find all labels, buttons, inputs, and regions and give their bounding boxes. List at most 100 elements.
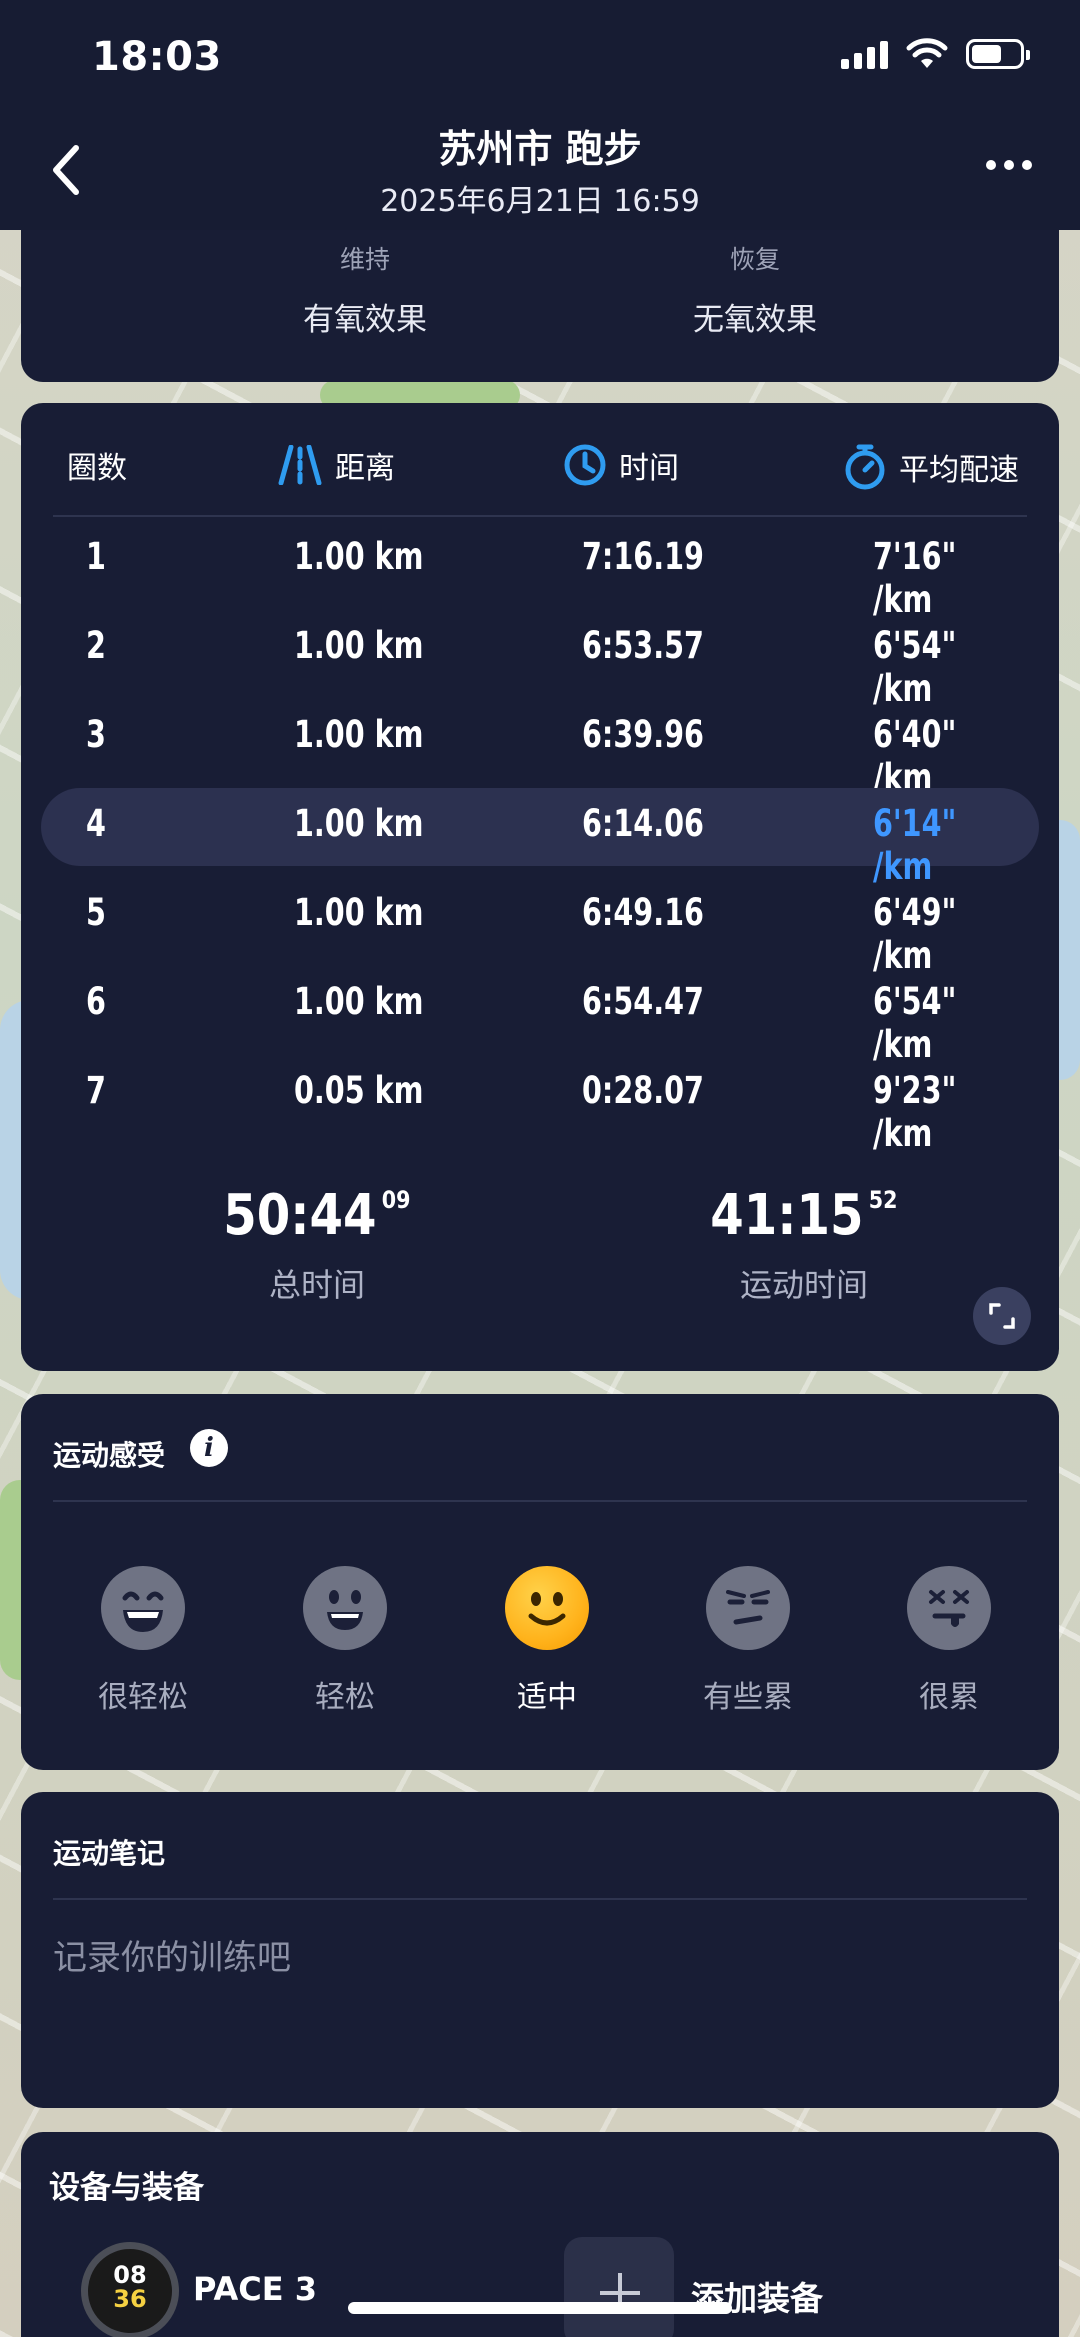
expand-button[interactable] xyxy=(973,1287,1031,1345)
watch-icon[interactable]: 08 36 xyxy=(81,2242,179,2337)
total-time: 50:44 09 总时间 xyxy=(117,1183,517,1306)
wifi-icon xyxy=(906,38,948,68)
aerobic-effect-level: 维持 xyxy=(339,245,390,274)
feeling-title: 运动感受 xyxy=(53,1439,166,1472)
page-subtitle: 2025年6月21日 16:59 xyxy=(380,184,700,219)
feeling-option-very-tired[interactable]: 很累 xyxy=(869,1566,1029,1716)
lap-row-1: 1 1.00 km 7:16.19 7'16" /km xyxy=(41,521,1039,621)
lap-row-7: 7 0.05 km 0:28.07 9'23" /km xyxy=(41,1055,1039,1155)
feeling-option-easy[interactable]: 轻松 xyxy=(265,1566,425,1716)
distance-column-header: 距离 xyxy=(277,443,395,487)
somewhat-tired-face-icon xyxy=(706,1566,790,1650)
watch-face-minute: 36 xyxy=(113,2285,147,2313)
lap-time: 7:16.19 xyxy=(582,535,704,578)
pace-column-header: 平均配速 xyxy=(843,443,1019,491)
anaerobic-effect-label: 无氧效果 xyxy=(693,302,817,338)
lap-pace: 6'54" /km xyxy=(873,980,957,1066)
clock-icon xyxy=(564,444,606,486)
lap-time: 6:53.57 xyxy=(582,624,704,667)
very-tired-face-icon xyxy=(907,1566,991,1650)
lap-number: 5 xyxy=(86,891,106,934)
very-easy-face-icon xyxy=(101,1566,185,1650)
feeling-label: 很轻松 xyxy=(98,1680,188,1715)
moderate-face-icon xyxy=(505,1566,589,1650)
lap-pace: 6'54" /km xyxy=(873,624,957,710)
exercise-feeling-card: 运动感受 i 很轻松 轻松 适中 有些累 很累 xyxy=(21,1394,1059,1770)
device-name[interactable]: PACE 3 xyxy=(193,2270,317,2308)
info-icon[interactable]: i xyxy=(190,1429,228,1467)
lap-row-4-fastest: 4 1.00 km 6:14.06 6'14" /km xyxy=(41,788,1039,888)
lap-distance: 1.00 km xyxy=(294,802,424,845)
feeling-label: 很累 xyxy=(919,1680,979,1715)
notes-input[interactable]: 记录你的训练吧 xyxy=(53,1930,291,1979)
feeling-option-very-easy[interactable]: 很轻松 xyxy=(63,1566,223,1716)
lap-number: 3 xyxy=(86,713,106,756)
lap-header-label: 圈数 xyxy=(67,451,127,486)
top-header: 18:03 苏州市 跑步 2025年6月21日 16:59 xyxy=(0,0,1080,230)
lap-time: 0:28.07 xyxy=(582,1069,704,1112)
feeling-label: 有些累 xyxy=(703,1680,793,1715)
status-time: 18:03 xyxy=(92,34,222,80)
lap-time: 6:14.06 xyxy=(582,802,704,845)
lap-distance: 1.00 km xyxy=(294,891,424,934)
anaerobic-effect: 恢复 无氧效果 xyxy=(605,240,905,339)
road-distance-icon xyxy=(278,445,322,485)
anaerobic-effect-level: 恢复 xyxy=(729,245,780,274)
lap-row-2: 2 1.00 km 6:53.57 6'54" /km xyxy=(41,610,1039,710)
time-header-label: 时间 xyxy=(619,451,679,486)
battery-icon xyxy=(966,39,1030,69)
aerobic-effect-label: 有氧效果 xyxy=(303,302,427,338)
easy-face-icon xyxy=(303,1566,387,1650)
moving-time-value: 41:15 52 xyxy=(710,1183,898,1248)
cellular-signal-icon xyxy=(841,39,888,69)
lap-distance: 1.00 km xyxy=(294,624,424,667)
lap-pace: 9'23" /km xyxy=(873,1069,957,1155)
lap-row-3: 3 1.00 km 6:39.96 6'40" /km xyxy=(41,699,1039,799)
lap-column-header: 圈数 xyxy=(67,443,127,487)
notes-divider xyxy=(53,1898,1027,1900)
notes-title: 运动笔记 xyxy=(53,1837,166,1870)
lap-pace-fastest: 6'14" /km xyxy=(873,802,957,888)
laps-card: 圈数 距离 时间 平均配速 1 1.00 km 7:16.19 7'16" /k… xyxy=(21,403,1059,1371)
feeling-option-somewhat-tired[interactable]: 有些累 xyxy=(668,1566,828,1716)
aerobic-effect: 维持 有氧效果 xyxy=(215,240,515,339)
lap-time: 6:39.96 xyxy=(582,713,704,756)
feeling-divider xyxy=(53,1500,1027,1502)
lap-number: 6 xyxy=(86,980,106,1023)
laps-divider xyxy=(53,515,1027,517)
lap-time: 6:49.16 xyxy=(582,891,704,934)
devices-title: 设备与装备 xyxy=(49,2170,204,2206)
laps-header: 圈数 距离 时间 平均配速 xyxy=(21,443,1059,503)
stopwatch-icon xyxy=(845,444,885,490)
status-icons xyxy=(841,38,1030,70)
moving-time: 41:15 52 运动时间 xyxy=(604,1183,1004,1306)
lap-distance: 1.00 km xyxy=(294,713,424,756)
lap-distance: 1.00 km xyxy=(294,535,424,578)
feeling-label-selected: 适中 xyxy=(517,1680,577,1715)
time-column-header: 时间 xyxy=(563,443,679,487)
lap-number: 2 xyxy=(86,624,106,667)
moving-time-label: 运动时间 xyxy=(739,1266,868,1304)
lap-pace: 6'49" /km xyxy=(873,891,957,977)
lap-row-6: 6 1.00 km 6:54.47 6'54" /km xyxy=(41,966,1039,1066)
distance-header-label: 距离 xyxy=(335,451,395,486)
lap-time: 6:54.47 xyxy=(582,980,704,1023)
pace-header-label: 平均配速 xyxy=(899,453,1019,488)
add-gear-button[interactable] xyxy=(564,2237,674,2337)
lap-number: 1 xyxy=(86,535,106,578)
lap-number: 7 xyxy=(86,1069,106,1112)
exercise-notes-card: 运动笔记 记录你的训练吧 xyxy=(21,1792,1059,2108)
page-title: 苏州市 跑步 xyxy=(438,127,642,171)
lap-row-5: 5 1.00 km 6:49.16 6'49" /km xyxy=(41,877,1039,977)
feeling-label: 轻松 xyxy=(315,1680,375,1715)
lap-pace: 6'40" /km xyxy=(873,713,957,799)
lap-distance: 1.00 km xyxy=(294,980,424,1023)
feeling-option-moderate[interactable]: 适中 xyxy=(467,1566,627,1716)
lap-distance: 0.05 km xyxy=(294,1069,424,1112)
lap-pace: 7'16" /km xyxy=(873,535,957,621)
total-time-value: 50:44 09 xyxy=(223,1183,411,1248)
home-indicator[interactable] xyxy=(348,2302,732,2314)
more-options-button[interactable] xyxy=(986,160,1032,170)
expand-icon xyxy=(989,1303,1015,1329)
lap-number: 4 xyxy=(86,802,106,845)
